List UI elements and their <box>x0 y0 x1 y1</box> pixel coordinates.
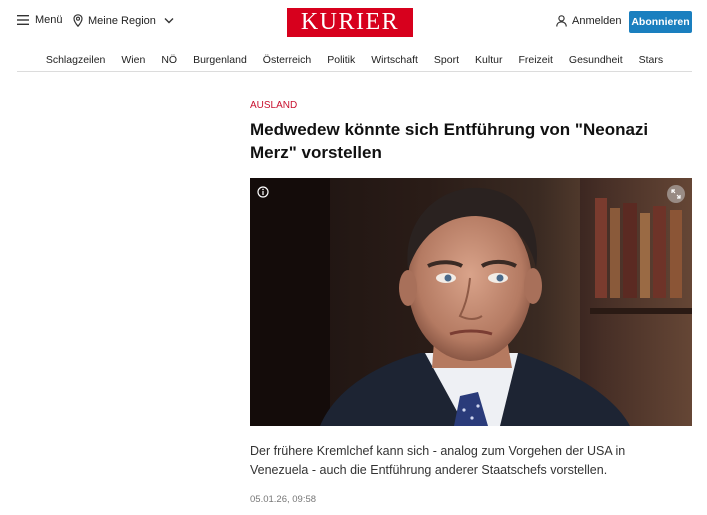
nav-item-burgenland[interactable]: Burgenland <box>193 50 247 70</box>
article-headline[interactable]: Medwedew könnte sich Entführung von "Neo… <box>250 118 680 164</box>
nav-item-noe[interactable]: NÖ <box>161 50 177 70</box>
login-label: Anmelden <box>572 15 622 27</box>
nav-item-stars[interactable]: Stars <box>639 50 664 70</box>
top-header: Menü Meine Region KURIER Anmelden Abonni… <box>0 0 707 46</box>
nav-item-freizeit[interactable]: Freizeit <box>518 50 552 70</box>
image-expand-icon[interactable] <box>667 185 685 203</box>
nav-item-gesundheit[interactable]: Gesundheit <box>569 50 623 70</box>
main-navigation: Schlagzeilen Wien NÖ Burgenland Österrei… <box>17 50 692 72</box>
location-pin-icon <box>73 14 83 27</box>
hamburger-icon <box>17 15 29 25</box>
article-timestamp: 05.01.26, 09:58 <box>250 494 317 505</box>
menu-button[interactable]: Menü <box>17 14 63 26</box>
nav-item-kultur[interactable]: Kultur <box>475 50 502 70</box>
user-icon <box>556 15 567 27</box>
nav-item-oesterreich[interactable]: Österreich <box>263 50 311 70</box>
article-teaser: Der frühere Kremlchef kann sich - analog… <box>250 444 626 477</box>
nav-item-wien[interactable]: Wien <box>121 50 145 70</box>
article-hero-image[interactable] <box>250 178 692 426</box>
image-info-icon[interactable] <box>257 185 269 203</box>
region-label: Meine Region <box>88 14 156 27</box>
kurier-logo[interactable]: KURIER <box>287 8 413 37</box>
menu-label: Menü <box>35 14 63 26</box>
nav-item-schlagzeilen[interactable]: Schlagzeilen <box>46 50 106 70</box>
article-kicker[interactable]: AUSLAND <box>250 100 297 111</box>
chevron-down-icon <box>164 18 174 24</box>
region-selector[interactable]: Meine Region <box>73 14 174 27</box>
login-button[interactable]: Anmelden <box>556 15 622 27</box>
nav-item-politik[interactable]: Politik <box>327 50 355 70</box>
portrait-photo <box>250 178 692 426</box>
nav-item-wirtschaft[interactable]: Wirtschaft <box>371 50 418 70</box>
subscribe-button[interactable]: Abonnieren <box>629 11 692 33</box>
nav-item-sport[interactable]: Sport <box>434 50 459 70</box>
